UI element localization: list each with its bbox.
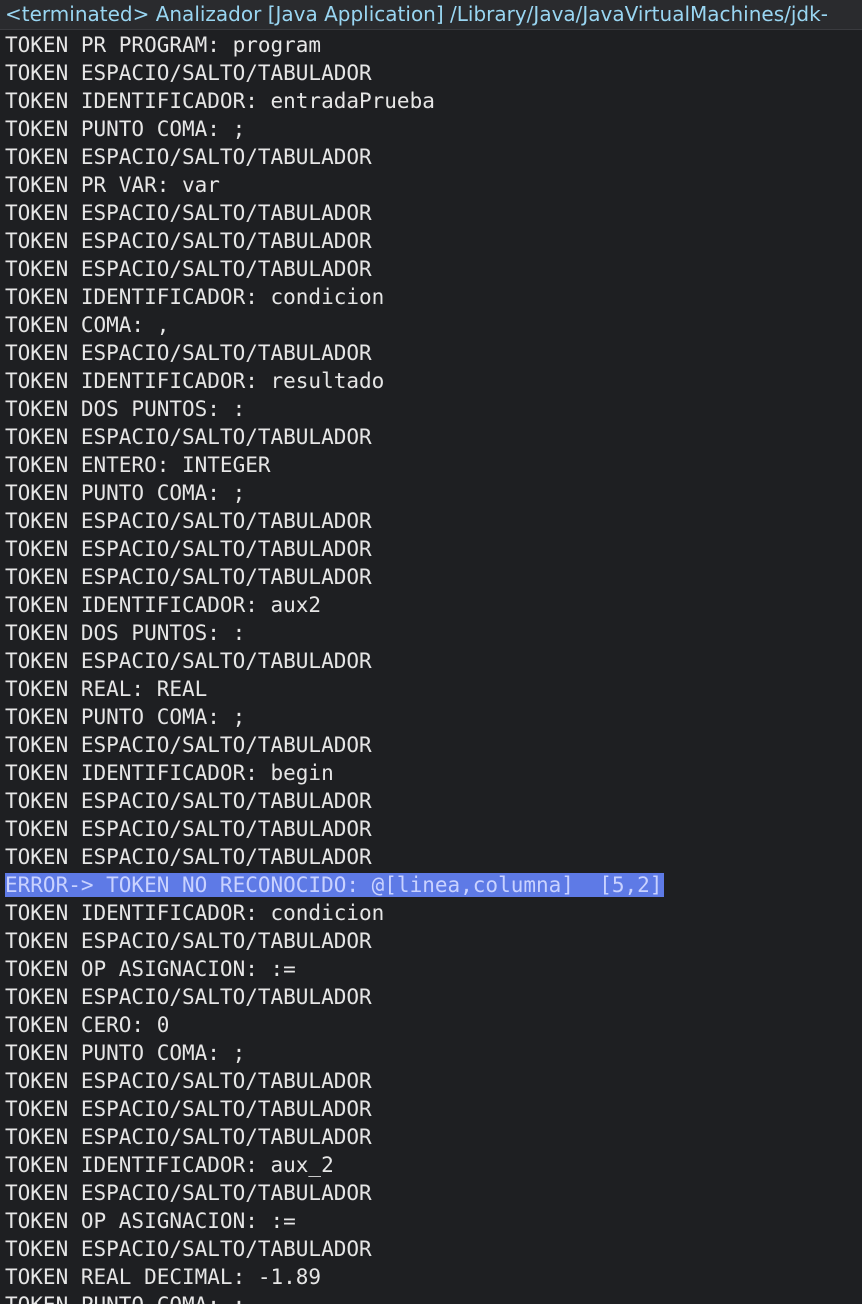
- console-line[interactable]: TOKEN IDENTIFICADOR: resultado: [0, 367, 862, 395]
- console-line-text: TOKEN IDENTIFICADOR: begin: [5, 761, 334, 785]
- console-line-text: TOKEN ESPACIO/SALTO/TABULADOR: [5, 733, 372, 757]
- console-line[interactable]: TOKEN PUNTO COMA: ;: [0, 703, 862, 731]
- console-line-text: TOKEN IDENTIFICADOR: entradaPrueba: [5, 89, 435, 113]
- console-line[interactable]: TOKEN ESPACIO/SALTO/TABULADOR: [0, 563, 862, 591]
- console-line[interactable]: TOKEN ESPACIO/SALTO/TABULADOR: [0, 143, 862, 171]
- console-line-text: TOKEN ESPACIO/SALTO/TABULADOR: [5, 61, 372, 85]
- console-line[interactable]: TOKEN IDENTIFICADOR: entradaPrueba: [0, 87, 862, 115]
- console-line-text: TOKEN ESPACIO/SALTO/TABULADOR: [5, 1237, 372, 1261]
- console-line[interactable]: TOKEN ESPACIO/SALTO/TABULADOR: [0, 507, 862, 535]
- console-line[interactable]: TOKEN ESPACIO/SALTO/TABULADOR: [0, 339, 862, 367]
- console-line-text: TOKEN PUNTO COMA: ;: [5, 705, 246, 729]
- console-line-text: TOKEN ESPACIO/SALTO/TABULADOR: [5, 537, 372, 561]
- console-line-text: TOKEN CERO: 0: [5, 1013, 170, 1037]
- console-line[interactable]: TOKEN CERO: 0: [0, 1011, 862, 1039]
- console-line-text: TOKEN ESPACIO/SALTO/TABULADOR: [5, 565, 372, 589]
- console-line[interactable]: TOKEN ESPACIO/SALTO/TABULADOR: [0, 1123, 862, 1151]
- console-line-text: TOKEN IDENTIFICADOR: condicion: [5, 285, 385, 309]
- console-line[interactable]: TOKEN ESPACIO/SALTO/TABULADOR: [0, 731, 862, 759]
- console-line-text: TOKEN COMA: ,: [5, 313, 170, 337]
- console-line[interactable]: TOKEN PUNTO COMA: ;: [0, 1039, 862, 1067]
- console-line[interactable]: TOKEN ESPACIO/SALTO/TABULADOR: [0, 983, 862, 1011]
- console-line[interactable]: TOKEN ESPACIO/SALTO/TABULADOR: [0, 1067, 862, 1095]
- console-line[interactable]: TOKEN ESPACIO/SALTO/TABULADOR: [0, 843, 862, 871]
- console-line[interactable]: TOKEN ESPACIO/SALTO/TABULADOR: [0, 255, 862, 283]
- console-line[interactable]: TOKEN ESPACIO/SALTO/TABULADOR: [0, 199, 862, 227]
- console-line-text: TOKEN ENTERO: INTEGER: [5, 453, 271, 477]
- console-line[interactable]: TOKEN ESPACIO/SALTO/TABULADOR: [0, 1235, 862, 1263]
- console-line-text: TOKEN ESPACIO/SALTO/TABULADOR: [5, 509, 372, 533]
- console-view[interactable]: <terminated> Analizador [Java Applicatio…: [0, 0, 862, 1304]
- console-line[interactable]: TOKEN ESPACIO/SALTO/TABULADOR: [0, 227, 862, 255]
- console-line-text: TOKEN IDENTIFICADOR: resultado: [5, 369, 385, 393]
- console-line-text: TOKEN REAL: REAL: [5, 677, 208, 701]
- console-line-text: TOKEN IDENTIFICADOR: aux_2: [5, 1153, 334, 1177]
- console-line-text: TOKEN ESPACIO/SALTO/TABULADOR: [5, 649, 372, 673]
- console-line-text: TOKEN ESPACIO/SALTO/TABULADOR: [5, 201, 372, 225]
- console-line-text: TOKEN PUNTO COMA: ;: [5, 481, 246, 505]
- console-line-text: TOKEN PUNTO COMA: ;: [5, 1293, 245, 1304]
- console-line-text: TOKEN ESPACIO/SALTO/TABULADOR: [5, 1125, 372, 1149]
- console-line[interactable]: TOKEN ESPACIO/SALTO/TABULADOR: [0, 1179, 862, 1207]
- console-line-text: TOKEN PUNTO COMA: ;: [5, 1041, 246, 1065]
- console-line-text: TOKEN IDENTIFICADOR: aux2: [5, 593, 322, 617]
- console-line[interactable]: TOKEN IDENTIFICADOR: aux_2: [0, 1151, 862, 1179]
- console-line-text: TOKEN OP ASIGNACION: :=: [5, 1209, 296, 1233]
- console-error-line[interactable]: ERROR-> TOKEN NO RECONOCIDO: @[linea,col…: [0, 871, 862, 899]
- console-line-text: TOKEN ESPACIO/SALTO/TABULADOR: [5, 341, 372, 365]
- console-line[interactable]: TOKEN REAL: REAL: [0, 675, 862, 703]
- console-line-text: TOKEN PUNTO COMA: ;: [5, 117, 246, 141]
- console-line[interactable]: TOKEN ESPACIO/SALTO/TABULADOR: [0, 927, 862, 955]
- console-line-text: TOKEN ESPACIO/SALTO/TABULADOR: [5, 145, 372, 169]
- console-line-text: TOKEN PR VAR: var: [5, 173, 220, 197]
- console-line-text: TOKEN ESPACIO/SALTO/TABULADOR: [5, 845, 372, 869]
- console-line[interactable]: TOKEN ESPACIO/SALTO/TABULADOR: [0, 787, 862, 815]
- console-line-text: TOKEN ESPACIO/SALTO/TABULADOR: [5, 1181, 372, 1205]
- console-line[interactable]: TOKEN OP ASIGNACION: :=: [0, 1207, 862, 1235]
- console-line[interactable]: TOKEN PUNTO COMA: ;: [0, 115, 862, 143]
- console-line[interactable]: TOKEN IDENTIFICADOR: aux2: [0, 591, 862, 619]
- console-line[interactable]: TOKEN ESPACIO/SALTO/TABULADOR: [0, 1095, 862, 1123]
- console-line-text: TOKEN ESPACIO/SALTO/TABULADOR: [5, 789, 372, 813]
- console-line-text: TOKEN DOS PUNTOS: :: [5, 621, 246, 645]
- console-line[interactable]: TOKEN ESPACIO/SALTO/TABULADOR: [0, 59, 862, 87]
- console-line-text: TOKEN PR PROGRAM: program: [5, 33, 322, 57]
- console-line-text: TOKEN ESPACIO/SALTO/TABULADOR: [5, 229, 372, 253]
- console-line-text: TOKEN DOS PUNTOS: :: [5, 397, 246, 421]
- console-process-title: <terminated> Analizador [Java Applicatio…: [0, 0, 862, 30]
- console-line-text: TOKEN ESPACIO/SALTO/TABULADOR: [5, 425, 372, 449]
- console-line[interactable]: TOKEN COMA: ,: [0, 311, 862, 339]
- console-line[interactable]: TOKEN IDENTIFICADOR: begin: [0, 759, 862, 787]
- console-line-text: TOKEN ESPACIO/SALTO/TABULADOR: [5, 1069, 372, 1093]
- console-line-text: TOKEN ESPACIO/SALTO/TABULADOR: [5, 929, 372, 953]
- console-line[interactable]: TOKEN IDENTIFICADOR: condicion: [0, 899, 862, 927]
- console-line-text: TOKEN OP ASIGNACION: :=: [5, 957, 296, 981]
- console-line[interactable]: TOKEN PUNTO COMA: ;: [0, 1291, 862, 1304]
- console-line[interactable]: TOKEN ESPACIO/SALTO/TABULADOR: [0, 647, 862, 675]
- console-line-text: TOKEN ESPACIO/SALTO/TABULADOR: [5, 985, 372, 1009]
- console-line[interactable]: TOKEN PR VAR: var: [0, 171, 862, 199]
- console-line[interactable]: TOKEN REAL DECIMAL: -1.89: [0, 1263, 862, 1291]
- console-line[interactable]: TOKEN OP ASIGNACION: :=: [0, 955, 862, 983]
- console-line-text: ERROR-> TOKEN NO RECONOCIDO: @[linea,col…: [5, 873, 665, 897]
- console-line[interactable]: TOKEN PUNTO COMA: ;: [0, 479, 862, 507]
- console-line-text: TOKEN ESPACIO/SALTO/TABULADOR: [5, 817, 372, 841]
- console-line-text: TOKEN REAL DECIMAL: -1.89: [5, 1265, 322, 1289]
- console-line[interactable]: TOKEN DOS PUNTOS: :: [0, 619, 862, 647]
- console-line[interactable]: TOKEN DOS PUNTOS: :: [0, 395, 862, 423]
- console-line[interactable]: TOKEN ESPACIO/SALTO/TABULADOR: [0, 815, 862, 843]
- console-line-text: TOKEN IDENTIFICADOR: condicion: [5, 901, 385, 925]
- console-output[interactable]: TOKEN PR PROGRAM: program TOKEN ESPACIO/S…: [0, 31, 862, 1304]
- console-line[interactable]: TOKEN ESPACIO/SALTO/TABULADOR: [0, 423, 862, 451]
- console-line[interactable]: TOKEN ENTERO: INTEGER: [0, 451, 862, 479]
- console-line-text: TOKEN ESPACIO/SALTO/TABULADOR: [5, 257, 372, 281]
- console-line-text: TOKEN ESPACIO/SALTO/TABULADOR: [5, 1097, 372, 1121]
- console-line[interactable]: TOKEN IDENTIFICADOR: condicion: [0, 283, 862, 311]
- console-line[interactable]: TOKEN PR PROGRAM: program: [0, 31, 862, 59]
- console-line[interactable]: TOKEN ESPACIO/SALTO/TABULADOR: [0, 535, 862, 563]
